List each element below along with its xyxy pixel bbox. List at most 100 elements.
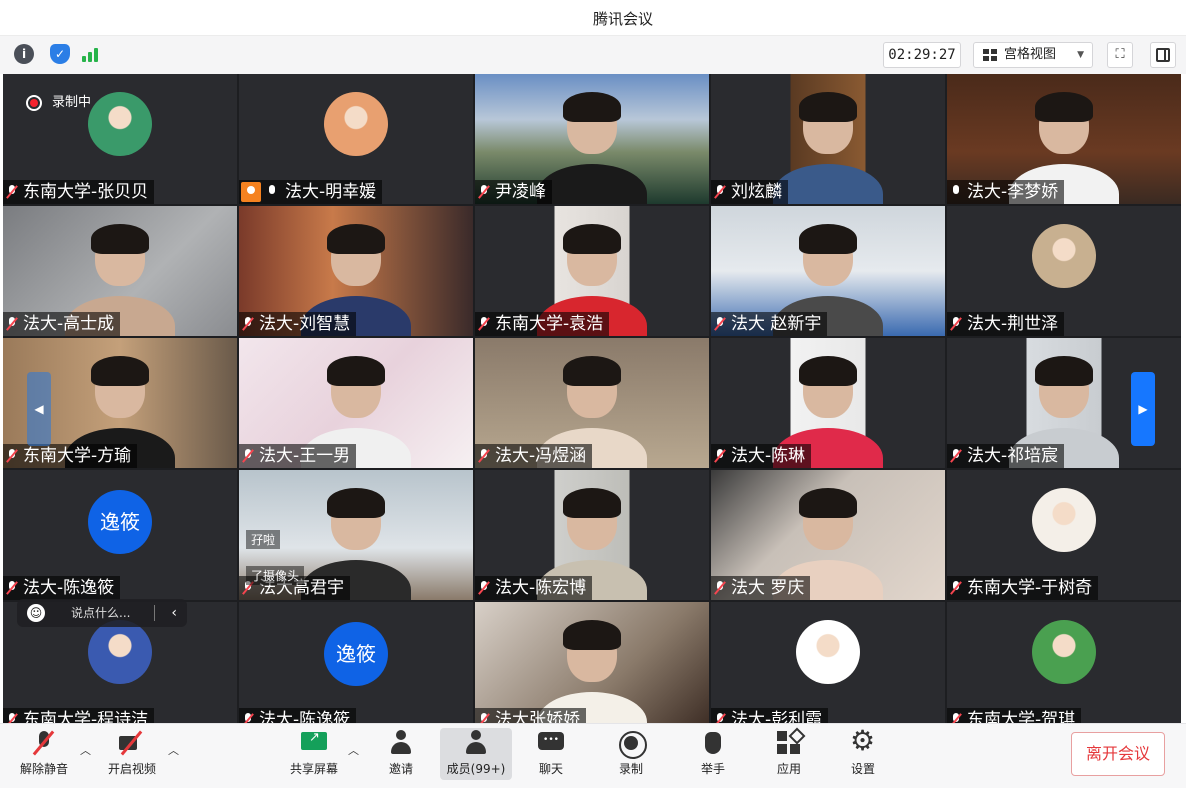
participant-tile[interactable]: 法大张娇娇: [475, 602, 709, 732]
sidebar-icon[interactable]: [1150, 42, 1176, 68]
view-mode-dropdown[interactable]: 宫格视图 ▼: [973, 42, 1093, 68]
recording-indicator: 录制中: [26, 94, 91, 112]
participant-tile[interactable]: 法大 罗庆: [711, 470, 945, 600]
participant-tile[interactable]: 刘炫麟: [711, 74, 945, 204]
participant-name: 法大 赵新宇: [731, 314, 822, 334]
participant-tile[interactable]: 法大-王一男: [239, 338, 473, 468]
participant-name-tag: 东南大学-张贝贝: [3, 180, 155, 204]
share-options-icon[interactable]: ︿: [348, 742, 359, 758]
raise-hand-label: 举手: [700, 762, 725, 776]
mic-off-icon: [31, 730, 57, 756]
top-toolbar: i ✓ 02:29:27 宫格视图 ▼ ⛶: [0, 36, 1186, 74]
participant-name: 法大-荆世泽: [967, 314, 1059, 334]
start-video-button[interactable]: 开启视频: [100, 728, 164, 780]
participant-name: 法大-明幸媛: [285, 182, 377, 202]
participant-tile[interactable]: 法大-陈宏博: [475, 470, 709, 600]
collapse-icon[interactable]: ‹: [171, 599, 177, 627]
mic-muted-icon: [715, 449, 725, 463]
mic-icon: [267, 185, 277, 199]
mic-muted-icon: [479, 449, 489, 463]
participant-tile[interactable]: 东南大学-袁浩: [475, 206, 709, 336]
settings-button[interactable]: 设置: [840, 726, 886, 780]
share-label: 共享屏幕: [289, 762, 338, 776]
avatar: [1032, 488, 1096, 552]
window-title: 腾讯会议: [592, 10, 653, 28]
mic-muted-icon: [951, 581, 961, 595]
video-options-icon[interactable]: ︿: [168, 742, 179, 758]
video-label: 开启视频: [107, 762, 156, 776]
apps-icon: [776, 730, 802, 756]
participant-name-tag: 法大-明幸媛: [239, 180, 383, 204]
participant-name: 东南大学-张贝贝: [23, 182, 149, 202]
participant-tile[interactable]: 东南大学-于树奇: [947, 470, 1181, 600]
signal-icon[interactable]: [80, 44, 102, 64]
participant-name-tag: 法大 赵新宇: [711, 312, 828, 336]
share-screen-icon: [301, 730, 327, 756]
participant-tile[interactable]: 法大-明幸媛: [239, 74, 473, 204]
fullscreen-icon[interactable]: ⛶: [1107, 42, 1133, 68]
participant-tile[interactable]: 法大-陈琳: [711, 338, 945, 468]
participant-tile[interactable]: 法大-高士成: [3, 206, 237, 336]
mic-muted-icon: [243, 449, 253, 463]
audio-options-icon[interactable]: ︿: [80, 742, 91, 758]
record-icon: [618, 730, 647, 759]
shield-icon[interactable]: ✓: [50, 44, 70, 64]
members-label: 成员(99+): [446, 762, 506, 776]
emoji-icon[interactable]: ☺: [27, 604, 45, 622]
unmute-button[interactable]: 解除静音: [12, 728, 76, 780]
members-icon: [463, 730, 489, 756]
participant-name: 东南大学-方瑜: [23, 446, 132, 466]
participant-tile[interactable]: 逸筱 法大-陈逸筱: [239, 602, 473, 732]
participant-tile[interactable]: 尹凌峰: [475, 74, 709, 204]
mic-muted-icon: [7, 185, 17, 199]
invite-button[interactable]: 邀请: [378, 728, 424, 780]
text-avatar: 逸筱: [324, 622, 388, 686]
participant-name-tag: 刘炫麟: [711, 180, 788, 204]
prev-page-button[interactable]: ◀: [27, 372, 51, 446]
share-screen-button[interactable]: 共享屏幕: [282, 728, 346, 780]
participant-tile[interactable]: 法大-刘智慧: [239, 206, 473, 336]
participant-name-tag: 法大-陈宏博: [475, 576, 593, 600]
participant-name-tag: 法大-刘智慧: [239, 312, 357, 336]
mic-muted-icon: [715, 317, 725, 331]
participant-tile[interactable]: 法大-荆世泽: [947, 206, 1181, 336]
avatar: [1032, 224, 1096, 288]
video-grid: 东南大学-张贝贝 法大-明幸媛 尹凌峰 刘炫麟 法大-李梦娇 法大-高士成 法大-刘智慧 东南…: [3, 74, 1181, 732]
participant-name: 法大-刘智慧: [259, 314, 351, 334]
next-page-button[interactable]: ▶: [1131, 372, 1155, 446]
add-user-icon: [388, 730, 414, 756]
participant-name: 法大-陈琳: [731, 446, 806, 466]
participant-tile[interactable]: 法大-李梦娇: [947, 74, 1181, 204]
avatar: [796, 620, 860, 684]
record-button[interactable]: 录制: [608, 728, 654, 780]
participant-name: 法大-冯煜涵: [495, 446, 587, 466]
chat-button[interactable]: 聊天: [528, 728, 574, 780]
participant-name: 法大-陈逸筱: [23, 578, 115, 598]
apps-label: 应用: [776, 762, 801, 776]
members-button[interactable]: 成员(99+): [440, 728, 512, 780]
mic-muted-icon: [7, 317, 17, 331]
participant-name-tag: 东南大学-袁浩: [475, 312, 610, 336]
apps-button[interactable]: 应用: [766, 728, 812, 780]
participant-name-tag: 法大-高士成: [3, 312, 121, 336]
recording-label: 录制中: [52, 95, 92, 110]
grid-icon: [983, 49, 997, 62]
participant-tile[interactable]: 逸筱 法大-陈逸筱: [3, 470, 237, 600]
participant-tile[interactable]: 法大-冯煜涵: [475, 338, 709, 468]
title-bar: 腾讯会议: [0, 0, 1186, 36]
participant-name: 法大-李梦娇: [967, 182, 1059, 202]
raise-hand-button[interactable]: 举手: [690, 728, 736, 780]
chat-message: 孖啦: [246, 530, 281, 549]
info-icon[interactable]: i: [14, 44, 34, 64]
participant-tile[interactable]: 法大 赵新宇: [711, 206, 945, 336]
participant-tile[interactable]: 东南大学-贺琪: [947, 602, 1181, 732]
gear-icon: [850, 726, 876, 756]
settings-label: 设置: [850, 762, 875, 776]
meeting-window: 腾讯会议 i ✓ 02:29:27 宫格视图 ▼ ⛶ 东南大学-张贝贝 法大-明幸…: [0, 0, 1186, 788]
chat-message: 了摄像头: [246, 566, 305, 585]
avatar: [88, 620, 152, 684]
participant-tile[interactable]: 法大-彭利霞: [711, 602, 945, 732]
mic-muted-icon: [7, 449, 17, 463]
chat-quick-input[interactable]: ☺ 说点什么... ‹: [17, 599, 187, 627]
leave-meeting-button[interactable]: 离开会议: [1071, 732, 1165, 776]
